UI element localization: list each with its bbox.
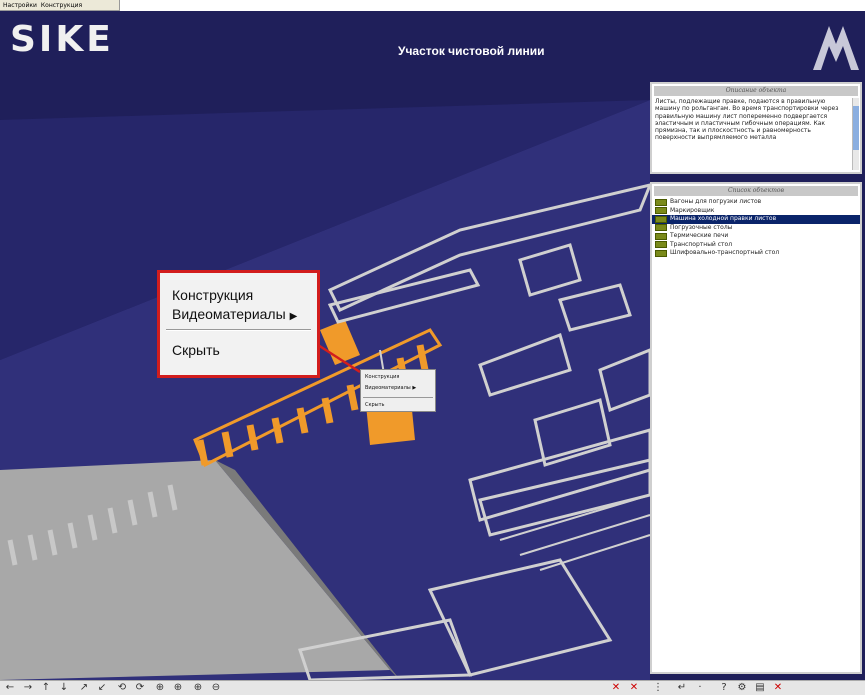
- description-panel-title: Описание объекта: [654, 86, 858, 96]
- reset-icon[interactable]: ✕: [628, 682, 640, 694]
- menu-bar: Настройки Конструкция: [0, 0, 120, 11]
- scroll-thumb[interactable]: [853, 106, 859, 150]
- list-item[interactable]: Шлифовально-транспортный стол: [652, 249, 860, 258]
- submenu-arrow-icon: ▶: [289, 311, 298, 322]
- list-item-selected[interactable]: Машина холодной правки листов: [652, 215, 860, 224]
- move-left-icon[interactable]: ←: [4, 682, 16, 694]
- tilt-down-icon[interactable]: ↙: [96, 682, 108, 694]
- menu-separator: [363, 397, 433, 398]
- orbit-right-icon[interactable]: ⊕: [172, 682, 184, 694]
- tilt-up-icon[interactable]: ↗: [78, 682, 90, 694]
- view-icon[interactable]: ↵: [676, 682, 688, 694]
- object-icon: [655, 232, 667, 240]
- context-menu: Конструкция Видеоматериалы ▶ Скрыть: [360, 369, 436, 412]
- context-menu-zoomed: Конструкция Видеоматериалы ▶ Скрыть: [157, 270, 320, 378]
- settings-icon[interactable]: ⚙: [736, 682, 748, 694]
- description-panel: Описание объекта Листы, подлежащие правк…: [650, 82, 862, 174]
- description-scrollbar[interactable]: [852, 98, 859, 170]
- move-down-icon[interactable]: ↓: [58, 682, 70, 694]
- objects-panel: Список объектов Вагоны для погрузки лист…: [650, 182, 862, 674]
- menu-separator: [166, 329, 311, 331]
- toggle-icon[interactable]: ·: [694, 682, 706, 694]
- move-up-icon[interactable]: ↑: [40, 682, 52, 694]
- object-icon: [655, 249, 667, 257]
- menu-item-hide[interactable]: Скрыть: [365, 402, 385, 408]
- list-item[interactable]: Вагоны для погрузки листов: [652, 198, 860, 207]
- object-icon: [655, 241, 667, 249]
- menu-settings[interactable]: Настройки: [3, 0, 37, 10]
- object-icon: [655, 198, 667, 206]
- list-item[interactable]: Погрузочные столы: [652, 224, 860, 233]
- close-part-icon[interactable]: ✕: [610, 682, 622, 694]
- zoom-in-icon[interactable]: ⊕: [192, 682, 204, 694]
- rotate-right-icon[interactable]: ⟳: [134, 682, 146, 694]
- objects-panel-title: Список объектов: [654, 186, 858, 196]
- submenu-arrow-icon: ▶: [412, 385, 417, 391]
- menu-item-construction[interactable]: Конструкция: [172, 287, 253, 303]
- exit-icon[interactable]: ✕: [772, 682, 784, 694]
- list-item[interactable]: Транспортный стол: [652, 241, 860, 250]
- orbit-left-icon[interactable]: ⊕: [154, 682, 166, 694]
- sike-logo: SIKE: [10, 19, 114, 60]
- object-icon: [655, 207, 667, 215]
- menu-item-construction[interactable]: Конструкция: [365, 374, 399, 380]
- list-item[interactable]: Маркировщик: [652, 207, 860, 216]
- object-icon: [655, 224, 667, 232]
- menu-item-videos[interactable]: Видеоматериалы ▶: [172, 306, 297, 322]
- help-icon[interactable]: ?: [718, 682, 730, 694]
- menu-construction[interactable]: Конструкция: [41, 0, 82, 10]
- bottom-toolbar: ← → ↑ ↓ ↗ ↙ ⟲ ⟳ ⊕ ⊕ ⊕ ⊖ ✕ ✕ ⋮ ↵ · ? ⚙ ▤ …: [0, 680, 865, 695]
- zoom-out-icon[interactable]: ⊖: [210, 682, 222, 694]
- info-icon[interactable]: ▤: [754, 682, 766, 694]
- m-logo-icon: [811, 22, 861, 76]
- scene-title: Участок чистовой линии: [398, 44, 545, 58]
- menu-item-hide[interactable]: Скрыть: [172, 342, 220, 358]
- list-item[interactable]: Термические печи: [652, 232, 860, 241]
- grid-icon[interactable]: ⋮: [652, 682, 664, 694]
- menu-item-videos[interactable]: Видеоматериалы ▶: [365, 385, 416, 391]
- description-text: Листы, подлежащие правке, подаются в пра…: [655, 98, 839, 142]
- title-strip: [120, 0, 865, 11]
- move-right-icon[interactable]: →: [22, 682, 34, 694]
- object-icon: [655, 215, 667, 223]
- rotate-left-icon[interactable]: ⟲: [116, 682, 128, 694]
